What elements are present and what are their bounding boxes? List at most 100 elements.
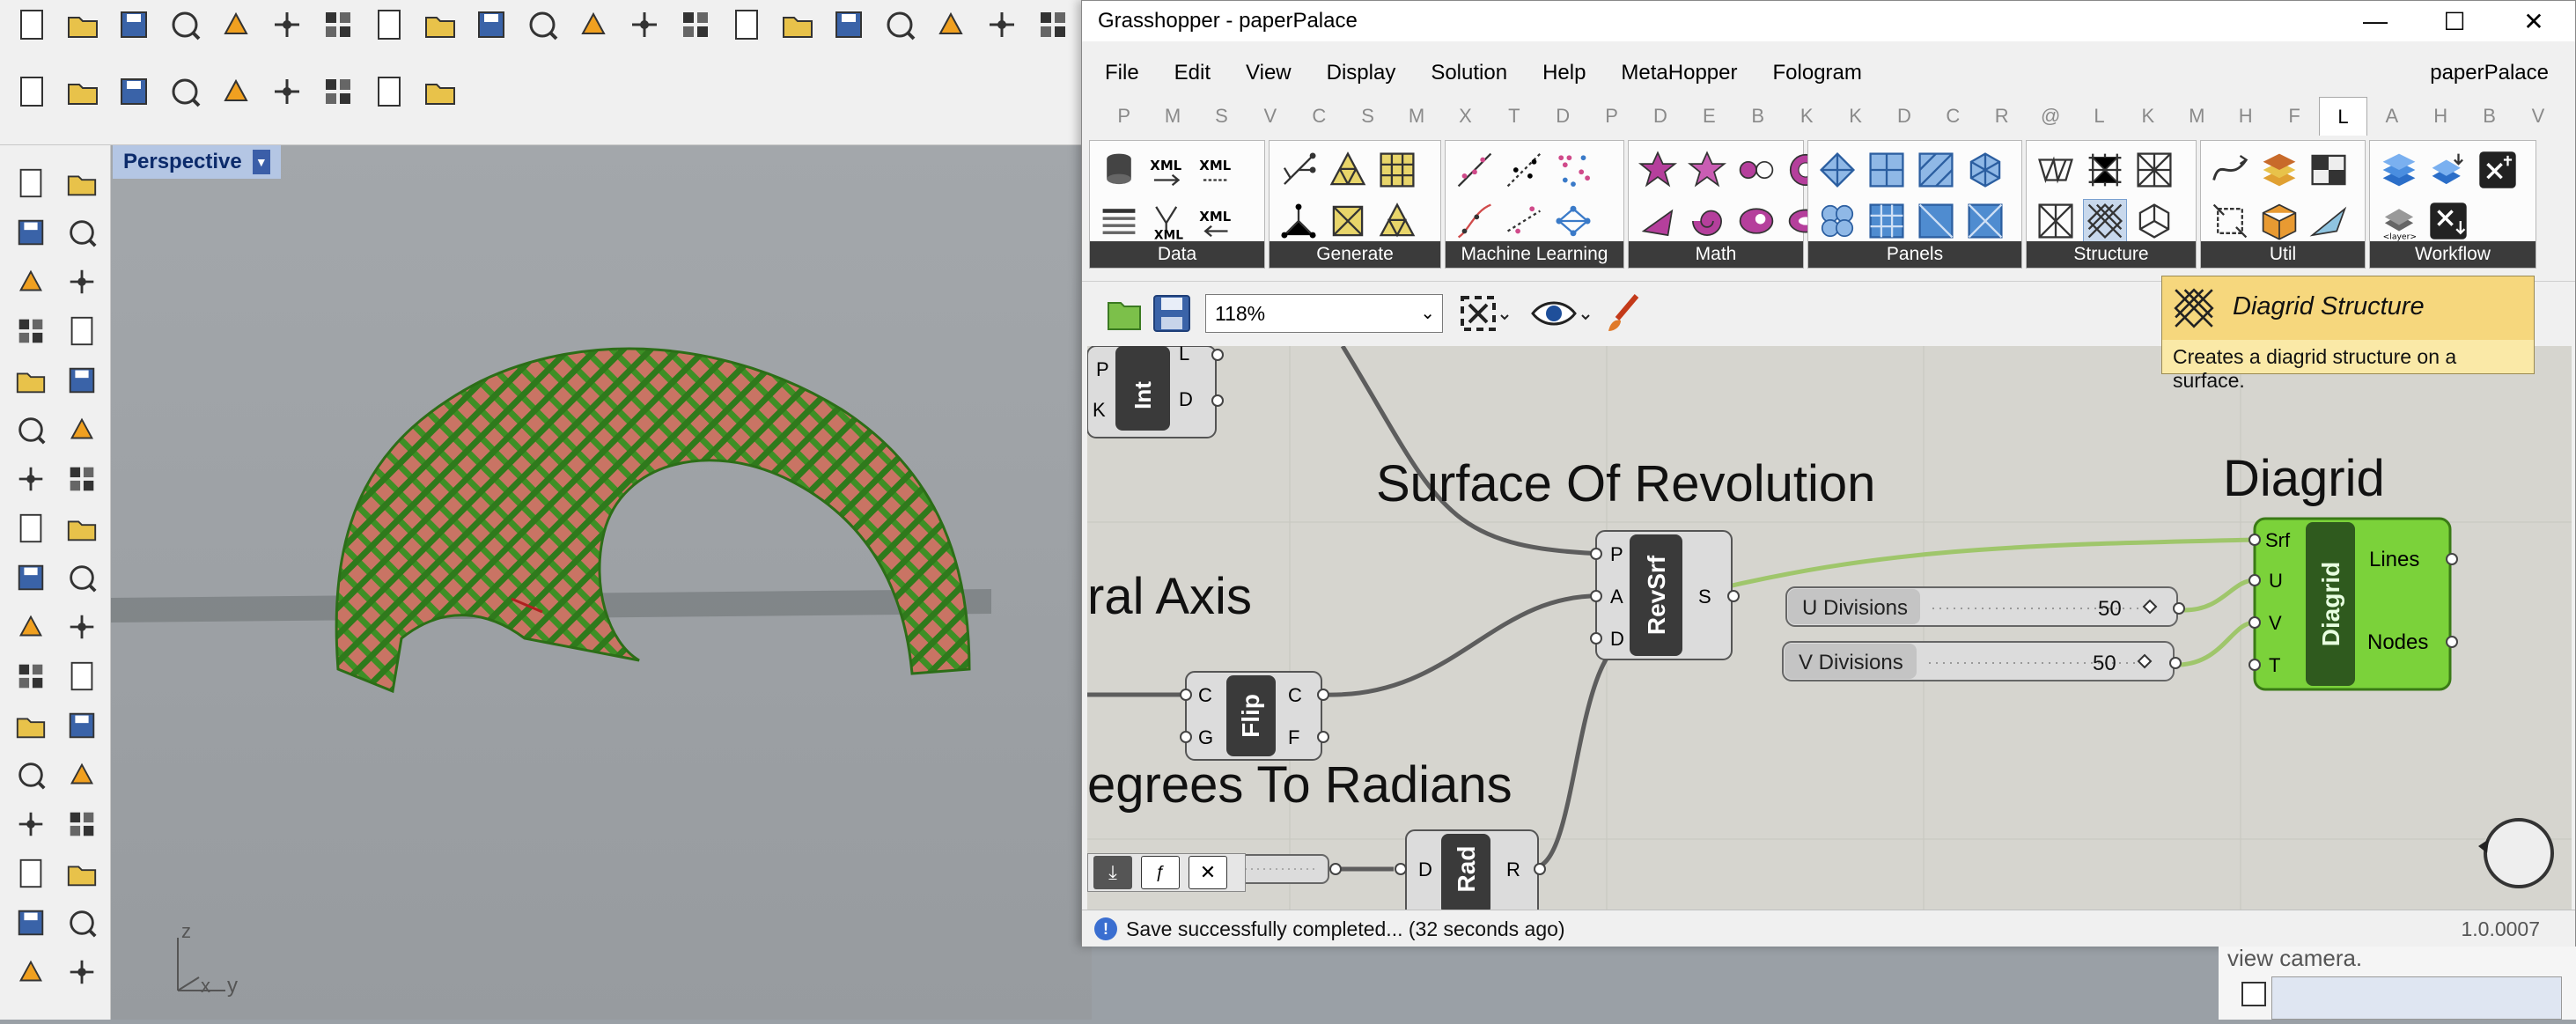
check-icon[interactable]	[58, 952, 106, 992]
curve-fit-icon[interactable]	[1453, 199, 1497, 243]
component-tab-5[interactable]: S	[1343, 105, 1392, 128]
save-file-icon[interactable]	[1152, 294, 1191, 333]
point-icon[interactable]	[58, 163, 106, 203]
measure-icon[interactable]	[58, 853, 106, 894]
named-view-icon[interactable]	[162, 69, 208, 114]
xml-write-icon[interactable]: XML	[1196, 148, 1240, 192]
delete-bake-icon[interactable]	[2476, 148, 2520, 192]
frame-rotate-icon[interactable]	[2208, 199, 2252, 243]
panel-machine-learning[interactable]: Machine Learning	[1445, 140, 1624, 269]
menu-file[interactable]: File	[1105, 61, 1139, 85]
viewport-menu-icon[interactable]: ▼	[252, 150, 270, 174]
diagonal-panel-icon[interactable]	[1914, 199, 1958, 243]
grid-shell-icon[interactable]	[2132, 148, 2176, 192]
panel-util[interactable]: Util	[2200, 140, 2366, 269]
component-diagrid[interactable]: Diagrid Srf U V T Lines Nodes	[2248, 517, 2458, 691]
image-icon[interactable]	[2307, 148, 2351, 192]
panel-panels[interactable]: Panels	[1807, 140, 2022, 269]
circle-flow-icon[interactable]	[1734, 148, 1778, 192]
text-icon[interactable]	[7, 755, 55, 795]
shell-icon[interactable]	[1636, 199, 1680, 243]
import-icon[interactable]	[213, 2, 259, 48]
camera-preview[interactable]	[2271, 976, 2562, 1020]
save-icon[interactable]	[111, 2, 157, 48]
component-tab-24[interactable]: F	[2270, 105, 2318, 128]
polygon-icon[interactable]	[7, 360, 55, 401]
scatter-regression-icon[interactable]	[1502, 148, 1546, 192]
component-tab-17[interactable]: C	[1929, 105, 1977, 128]
tree-branch-icon[interactable]	[1277, 148, 1321, 192]
minimize-button[interactable]: —	[2336, 1, 2415, 41]
component-flip[interactable]: Flip C G C F	[1180, 671, 1329, 761]
array-icon[interactable]	[7, 902, 55, 943]
open-file-icon[interactable]	[1107, 294, 1142, 333]
fillet-icon[interactable]	[58, 360, 106, 401]
gh-canvas[interactable]: Int P K L D Surface Of Revolution Diagri…	[1087, 346, 2572, 910]
curve-icon[interactable]	[58, 212, 106, 253]
branch-nodes-icon[interactable]	[1277, 199, 1321, 243]
gh-titlebar[interactable]: Grasshopper - paperPalace — ☐ ✕	[1082, 1, 2575, 41]
zoom-icon[interactable]	[570, 2, 616, 48]
rhino-viewport[interactable]: Perspective ▼ z x y	[111, 145, 1092, 1020]
document-name[interactable]: paperPalace	[2430, 61, 2549, 85]
surface-icon[interactable]	[7, 409, 55, 450]
align-icon[interactable]	[58, 902, 106, 943]
slider-v-divisions[interactable]: V Divisions 50	[1782, 641, 2182, 681]
plane-icon[interactable]	[58, 508, 106, 549]
component-tab-4[interactable]: C	[1295, 105, 1343, 128]
component-tab-11[interactable]: D	[1636, 105, 1684, 128]
component-tab-6[interactable]: M	[1392, 105, 1440, 128]
database-icon[interactable]	[1097, 148, 1141, 192]
layered-surface-icon[interactable]	[2257, 148, 2301, 192]
dotted-fit-icon[interactable]	[1502, 199, 1546, 243]
blob-icon[interactable]	[1734, 199, 1778, 243]
component-tab-7[interactable]: X	[1441, 105, 1490, 128]
star-polygon-icon[interactable]	[1636, 148, 1680, 192]
linear-regression-icon[interactable]	[1453, 148, 1497, 192]
diagrid-arch-model[interactable]	[335, 347, 971, 694]
component-tab-9[interactable]: D	[1539, 105, 1587, 128]
zoom-select[interactable]: 118% ⌄	[1205, 294, 1443, 333]
arc-icon[interactable]	[7, 311, 55, 351]
display-icon[interactable]	[979, 2, 1025, 48]
grid-fill-icon[interactable]	[1865, 199, 1909, 243]
layer-tag-icon[interactable]: <layer>	[2377, 199, 2421, 243]
component-tab-25[interactable]: L	[2318, 97, 2368, 136]
space-frame-icon[interactable]	[2083, 148, 2127, 192]
sun-icon[interactable]	[9, 69, 55, 114]
download-icon[interactable]: ⤓	[1093, 856, 1132, 889]
panel-structure[interactable]: Structure	[2026, 140, 2197, 269]
table-icon[interactable]	[1097, 199, 1141, 243]
close-icon[interactable]: ✕	[1189, 856, 1227, 889]
component-tab-10[interactable]: P	[1587, 105, 1636, 128]
component-tab-23[interactable]: H	[2221, 105, 2270, 128]
xml-export-icon[interactable]: XML	[1196, 199, 1240, 243]
component-tab-28[interactable]: B	[2465, 105, 2513, 128]
component-tab-20[interactable]: L	[2075, 105, 2123, 128]
camera-icon[interactable]	[315, 69, 361, 114]
open-icon[interactable]	[60, 2, 106, 48]
canvas-navigator-icon[interactable]	[2478, 818, 2554, 888]
menu-solution[interactable]: Solution	[1431, 61, 1507, 85]
transform-icon[interactable]	[58, 804, 106, 844]
rotate-icon[interactable]	[519, 2, 565, 48]
layers-stack-icon[interactable]	[2377, 148, 2421, 192]
extrude-icon[interactable]	[58, 409, 106, 450]
square-frame-icon[interactable]	[1326, 199, 1370, 243]
camera-checkbox[interactable]	[2241, 982, 2266, 1006]
print-icon[interactable]	[162, 2, 208, 48]
menu-help[interactable]: Help	[1542, 61, 1586, 85]
component-tab-18[interactable]: R	[1977, 105, 2026, 128]
box-3d-icon[interactable]	[2257, 199, 2301, 243]
copy-icon[interactable]	[315, 2, 361, 48]
box-icon[interactable]	[7, 459, 55, 499]
preview-eye-icon[interactable]	[1531, 294, 1593, 333]
menu-display[interactable]: Display	[1327, 61, 1396, 85]
x-bracing-icon[interactable]	[2034, 199, 2078, 243]
car-icon[interactable]	[877, 2, 923, 48]
grid-icon[interactable]	[1375, 148, 1419, 192]
paste-icon[interactable]	[366, 2, 412, 48]
group-icon[interactable]	[7, 804, 55, 844]
component-tab-16[interactable]: D	[1880, 105, 1928, 128]
panel-generate[interactable]: Generate	[1269, 140, 1441, 269]
